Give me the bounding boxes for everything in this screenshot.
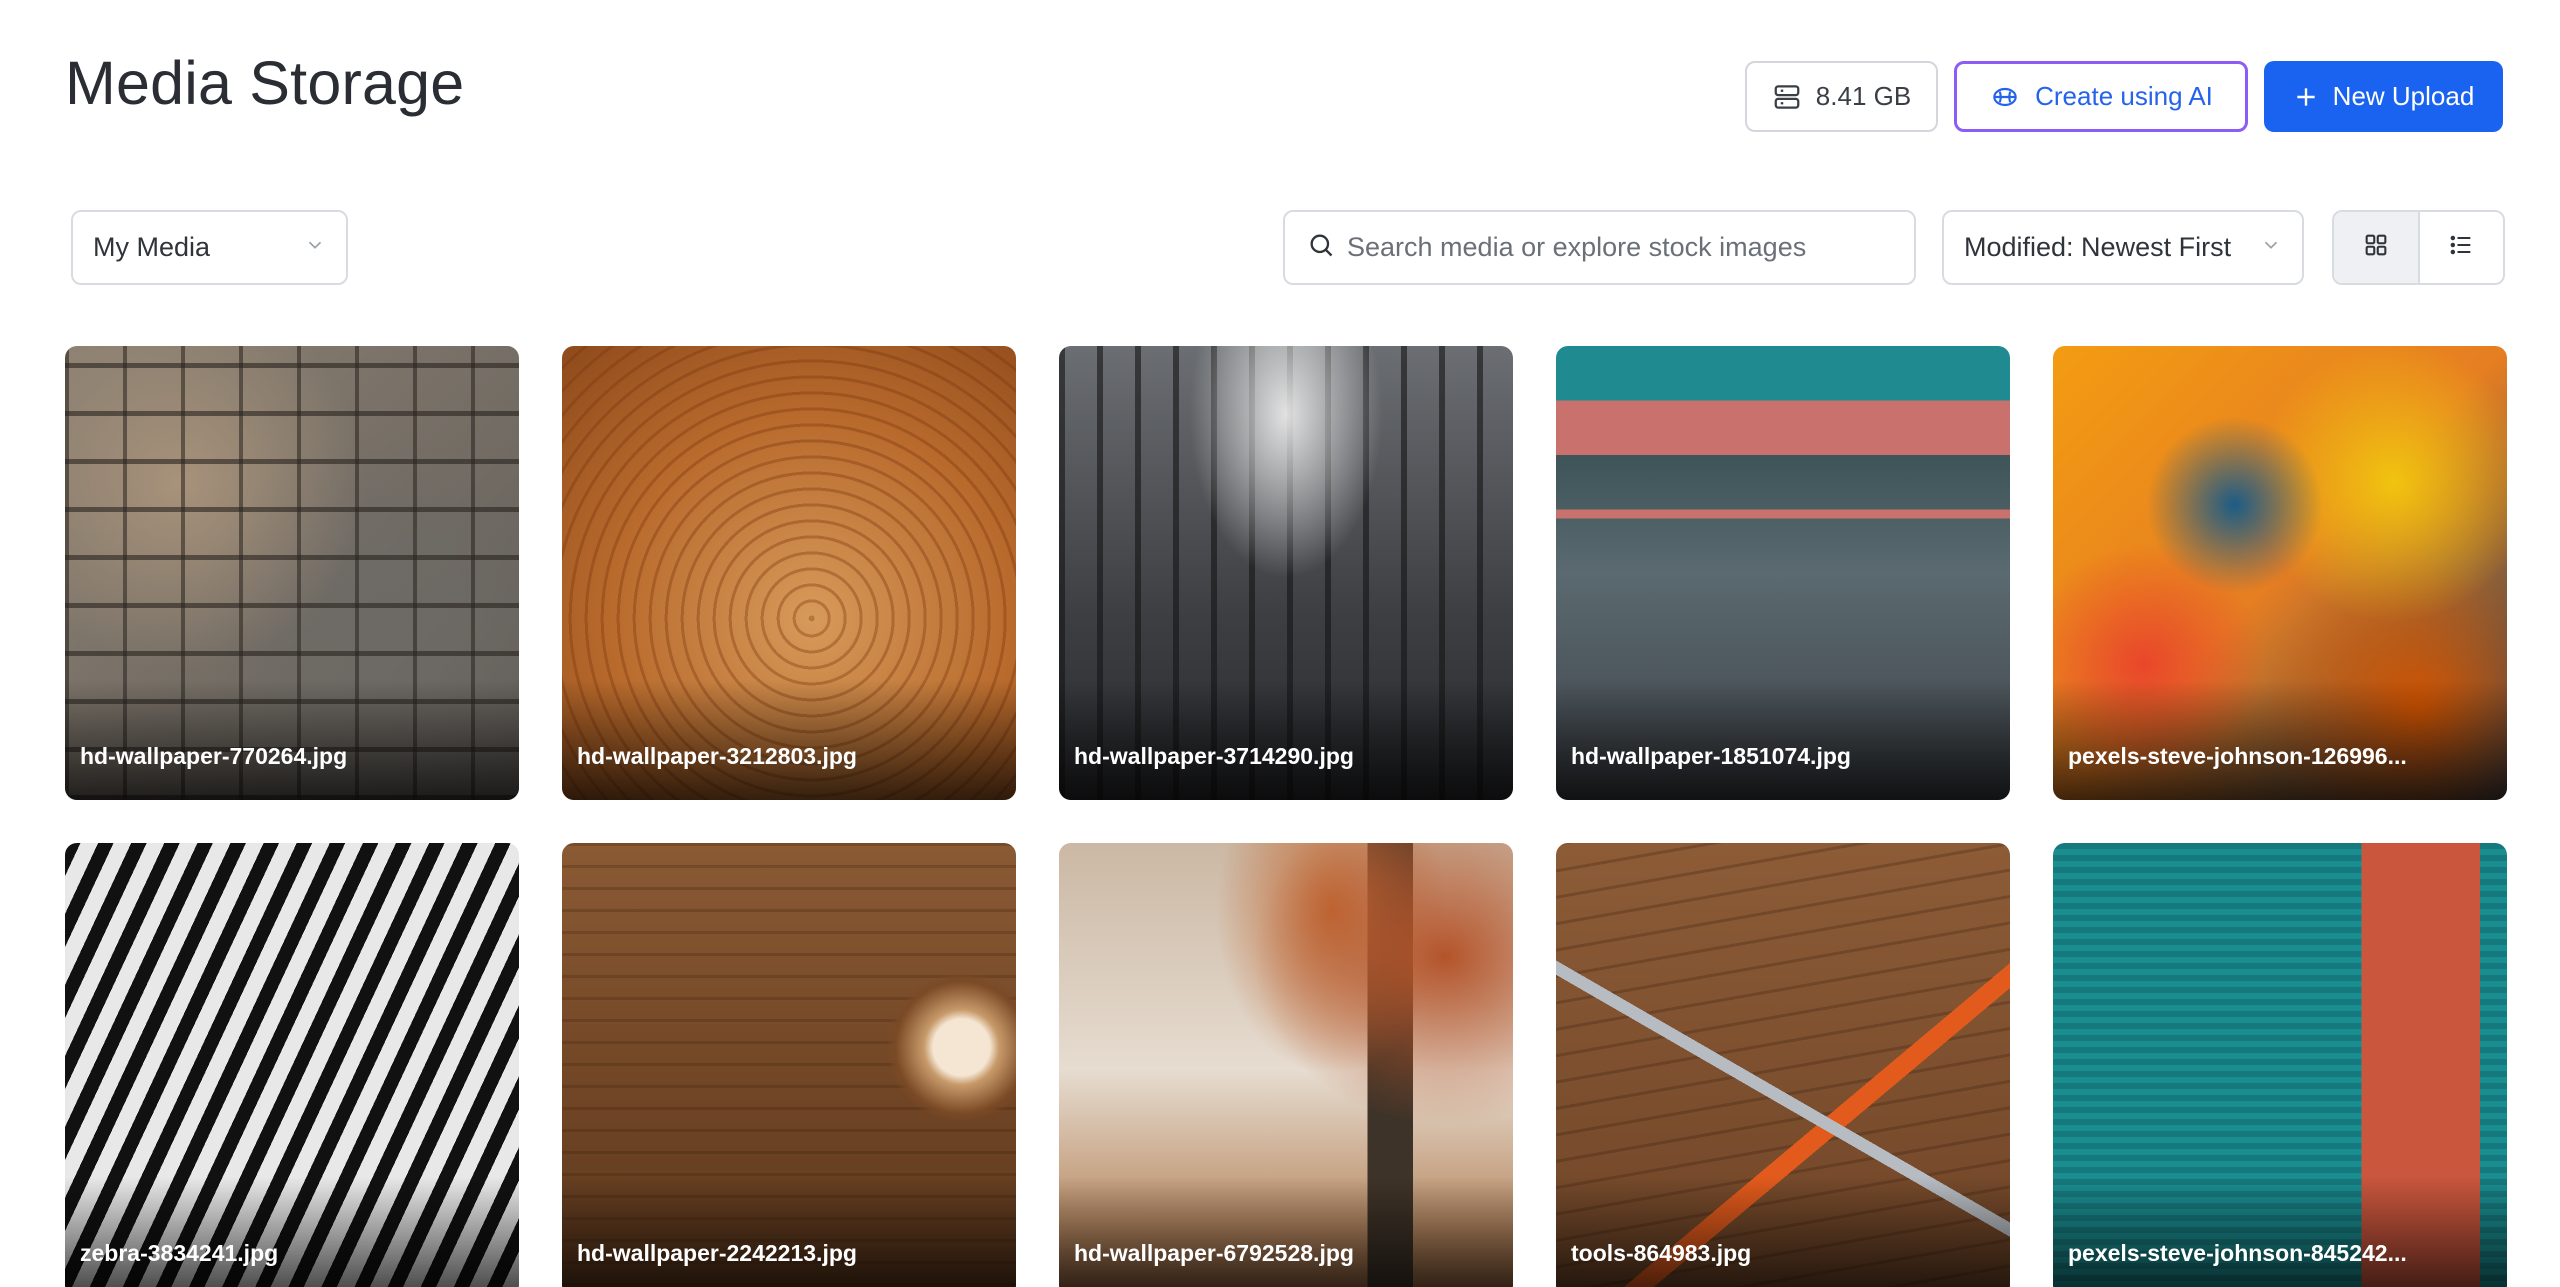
media-card[interactable]: hd-wallpaper-2242213.jpg xyxy=(562,843,1016,1287)
media-filename: hd-wallpaper-2242213.jpg xyxy=(577,1240,857,1266)
search-icon xyxy=(1307,231,1335,264)
card-overlay xyxy=(1059,1177,1513,1287)
sort-dropdown[interactable]: Modified: Newest First xyxy=(1942,210,2304,285)
chevron-down-icon xyxy=(2260,232,2282,263)
media-card[interactable]: hd-wallpaper-6792528.jpg xyxy=(1059,843,1513,1287)
create-using-ai-button[interactable]: Create using AI xyxy=(1954,61,2248,132)
card-overlay xyxy=(1059,680,1513,800)
chevron-down-icon xyxy=(304,232,326,263)
media-source-value: My Media xyxy=(93,232,211,262)
card-overlay xyxy=(1556,680,2010,800)
create-using-ai-label: Create using AI xyxy=(2035,81,2213,111)
storage-usage-label: 8.41 GB xyxy=(1815,81,1912,111)
grid-view-button[interactable] xyxy=(2334,212,2420,283)
page-title: Media Storage xyxy=(65,49,465,117)
storage-icon xyxy=(1772,82,1802,112)
storage-usage-button[interactable]: 8.41 GB xyxy=(1745,61,1938,132)
card-overlay xyxy=(1556,1177,2010,1287)
media-card[interactable]: tools-864983.jpg xyxy=(1556,843,2010,1287)
new-upload-label: New Upload xyxy=(2332,81,2475,111)
media-filename: hd-wallpaper-1851074.jpg xyxy=(1571,743,1851,769)
card-overlay xyxy=(562,680,1016,800)
card-overlay xyxy=(2053,680,2507,800)
media-source-dropdown[interactable]: My Media xyxy=(71,210,348,285)
media-card[interactable]: pexels-steve-johnson-845242... xyxy=(2053,843,2507,1287)
card-overlay xyxy=(65,680,519,800)
search-box xyxy=(1283,210,1916,285)
media-filename: hd-wallpaper-3212803.jpg xyxy=(577,743,857,769)
media-filename: hd-wallpaper-3714290.jpg xyxy=(1074,743,1354,769)
list-icon xyxy=(2447,231,2475,264)
media-card[interactable]: hd-wallpaper-1851074.jpg xyxy=(1556,346,2010,800)
media-storage-page: Media Storage 8.41 GB Create using AI Ne… xyxy=(0,0,2560,1287)
ai-brain-icon xyxy=(1989,81,2021,113)
media-filename: zebra-3834241.jpg xyxy=(80,1240,279,1266)
new-upload-button[interactable]: New Upload xyxy=(2264,61,2503,132)
card-overlay xyxy=(2053,1177,2507,1287)
media-card[interactable]: hd-wallpaper-770264.jpg xyxy=(65,346,519,800)
media-filename: hd-wallpaper-770264.jpg xyxy=(80,743,348,769)
media-card[interactable]: pexels-steve-johnson-126996... xyxy=(2053,346,2507,800)
sort-value: Modified: Newest First xyxy=(1964,232,2232,262)
plus-icon xyxy=(2293,84,2319,110)
card-overlay xyxy=(65,1177,519,1287)
list-view-button[interactable] xyxy=(2420,212,2504,283)
grid-icon xyxy=(2362,231,2390,264)
card-overlay xyxy=(562,1177,1016,1287)
media-card[interactable]: hd-wallpaper-3714290.jpg xyxy=(1059,346,1513,800)
media-filename: hd-wallpaper-6792528.jpg xyxy=(1074,1240,1354,1266)
media-filename: pexels-steve-johnson-126996... xyxy=(2068,743,2407,769)
media-card[interactable]: hd-wallpaper-3212803.jpg xyxy=(562,346,1016,800)
search-input[interactable] xyxy=(1347,232,1892,263)
media-filename: tools-864983.jpg xyxy=(1571,1240,1752,1266)
media-filename: pexels-steve-johnson-845242... xyxy=(2068,1240,2407,1266)
media-card[interactable]: zebra-3834241.jpg xyxy=(65,843,519,1287)
view-toggle xyxy=(2332,210,2505,285)
